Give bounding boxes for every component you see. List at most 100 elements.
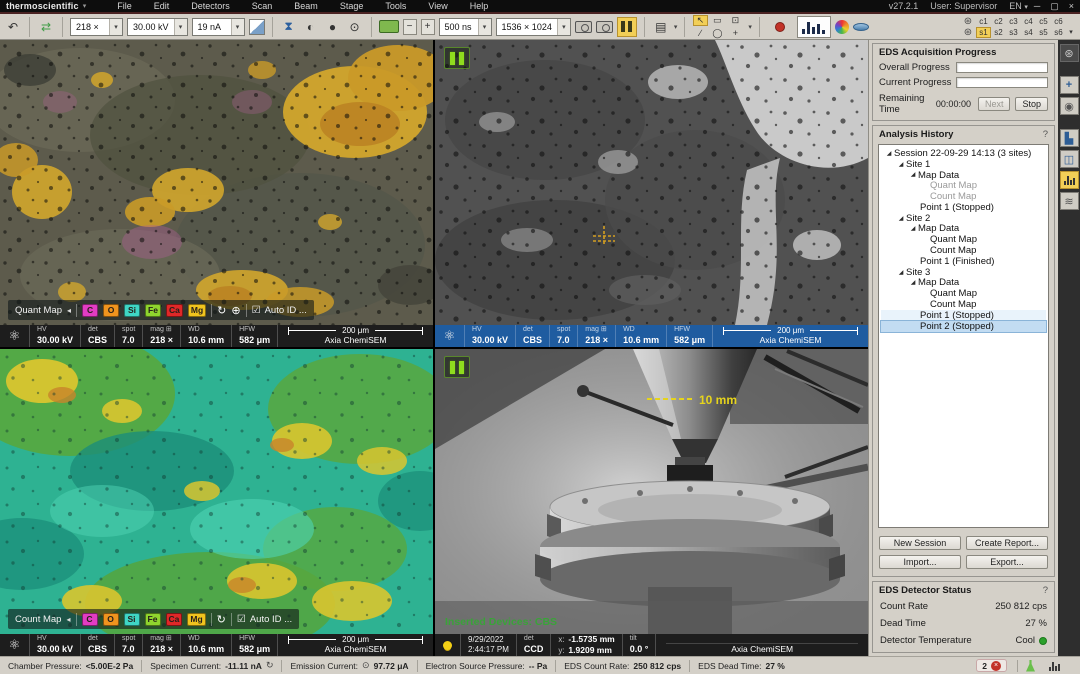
quant-color-wheel-icon[interactable]: [835, 20, 849, 34]
channel-c4[interactable]: c4: [1024, 17, 1032, 26]
channel-c3[interactable]: c3: [1009, 17, 1017, 26]
refresh-icon[interactable]: ↻: [217, 613, 226, 626]
auto-id-checkbox[interactable]: ☑ Auto ID ...: [252, 305, 307, 316]
rectangle-tool-icon[interactable]: ▭: [710, 15, 725, 26]
stage-navigation-icon[interactable]: ⇄: [37, 18, 55, 36]
cursor-tool-icon[interactable]: ↖: [693, 15, 708, 26]
error-count-badge[interactable]: 2 ×: [976, 659, 1007, 672]
element-chip-Si[interactable]: Si: [124, 304, 140, 317]
brightness-icon[interactable]: ●: [324, 18, 342, 36]
tree-item-map-data[interactable]: ◢Map Data: [881, 224, 1046, 235]
channel-c5[interactable]: c5: [1039, 17, 1047, 26]
minimize-button[interactable]: ─: [1034, 1, 1040, 12]
bse-image[interactable]: [435, 40, 868, 325]
analysis-history-tree[interactable]: ◢Session 22-09-29 14:13 (3 sites) ◢Site …: [878, 144, 1049, 528]
tree-item-map-data[interactable]: ◢Map Data: [881, 170, 1046, 181]
magnification-select[interactable]: 218 ×▾: [70, 18, 123, 36]
tree-item-point1[interactable]: Point 1 (Stopped): [881, 310, 1046, 321]
quadrant-count-map[interactable]: Count Map ◂ C O Si Fe Ca Mg ↻ ☑ Auto ID …: [0, 349, 433, 656]
layers-icon[interactable]: ▙: [1060, 129, 1079, 147]
element-chip-Si[interactable]: Si: [124, 613, 140, 626]
tree-item-point1[interactable]: Point 1 (Finished): [881, 256, 1046, 267]
channel-c6[interactable]: c6: [1054, 17, 1062, 26]
export-button[interactable]: Export...: [966, 555, 1048, 569]
quadrant-ccd-camera[interactable]: 10 mm Inserted Devices: CBS 9/29/2022 2:…: [435, 349, 868, 656]
menu-detectors[interactable]: Detectors: [180, 1, 241, 11]
spectrum-status-icon[interactable]: [1049, 661, 1060, 671]
next-button[interactable]: Next: [978, 97, 1011, 111]
element-chip-O[interactable]: O: [103, 613, 119, 626]
tree-item-quant-map[interactable]: Quant Map: [881, 288, 1046, 299]
element-chip-C[interactable]: C: [82, 613, 98, 626]
element-chip-O[interactable]: O: [103, 304, 119, 317]
new-session-button[interactable]: New Session: [879, 536, 961, 550]
site-s3[interactable]: s3: [1009, 28, 1017, 37]
menu-file[interactable]: File: [106, 1, 143, 11]
element-chip-Mg[interactable]: Mg: [188, 304, 206, 317]
filter-sliders-icon[interactable]: ≋: [1060, 192, 1079, 210]
element-chip-C[interactable]: C: [82, 304, 98, 317]
site-s5[interactable]: s5: [1039, 28, 1047, 37]
menu-help[interactable]: Help: [459, 1, 500, 11]
menu-stage[interactable]: Stage: [329, 1, 375, 11]
help-icon[interactable]: ?: [1043, 585, 1048, 596]
element-chip-Ca[interactable]: Ca: [166, 613, 183, 626]
tree-item-site1[interactable]: ◢Site 1: [881, 159, 1046, 170]
create-report-button[interactable]: Create Report...: [966, 536, 1048, 550]
tree-item-point2-selected[interactable]: Point 2 (Stopped): [881, 321, 1046, 332]
element-chip-Mg[interactable]: Mg: [187, 613, 205, 626]
count-map-image[interactable]: Count Map ◂ C O Si Fe Ca Mg ↻ ☑ Auto ID …: [0, 349, 433, 634]
videos-caret-icon[interactable]: ▾: [674, 23, 678, 31]
menu-tools[interactable]: Tools: [374, 1, 417, 11]
collapse-icon[interactable]: ◂: [67, 306, 71, 315]
vacuum-status-icon[interactable]: [1026, 660, 1035, 672]
site-s4[interactable]: s4: [1024, 28, 1032, 37]
quant-map-image[interactable]: Quant Map ◂ C O Si Fe Ca Mg ↻ ⊕ ☑ Auto I…: [0, 40, 433, 325]
tree-item-count-map[interactable]: Count Map: [881, 299, 1046, 310]
map-type-label[interactable]: Quant Map: [15, 305, 62, 316]
site-s1[interactable]: s1: [976, 27, 990, 38]
dwell-time-select[interactable]: 500 ns▾: [439, 18, 492, 36]
beam-spot-icon[interactable]: ⊙: [346, 18, 364, 36]
measure-tool-icon[interactable]: ∕: [693, 28, 708, 39]
site-s2[interactable]: s2: [994, 28, 1002, 37]
stage-icon[interactable]: [853, 23, 869, 31]
move-tool-icon[interactable]: +: [728, 28, 743, 39]
tools-caret-icon[interactable]: ▾: [748, 23, 752, 31]
tree-item-count-map[interactable]: Count Map: [881, 245, 1046, 256]
reduced-area-button[interactable]: [379, 20, 399, 33]
language-selector[interactable]: EN ▾: [1009, 1, 1028, 11]
dwell-plus-button[interactable]: +: [421, 19, 435, 35]
tree-item-session[interactable]: ◢Session 22-09-29 14:13 (3 sites): [881, 148, 1046, 159]
high-voltage-select[interactable]: 30.00 kV▾: [127, 18, 188, 36]
element-chip-Ca[interactable]: Ca: [166, 304, 183, 317]
site-s6[interactable]: s6: [1054, 28, 1062, 37]
center-icon[interactable]: ⊕: [231, 304, 240, 317]
stop-button[interactable]: Stop: [1015, 97, 1048, 111]
tree-item-site2[interactable]: ◢Site 2: [881, 213, 1046, 224]
report-book-icon[interactable]: ◫: [1060, 150, 1079, 168]
undo-icon[interactable]: ↶: [4, 18, 22, 36]
channel-c2[interactable]: c2: [994, 17, 1002, 26]
map-type-label[interactable]: Count Map: [15, 614, 61, 625]
refresh-icon[interactable]: ↻: [266, 660, 274, 671]
scan-rotation-icon[interactable]: ⧗: [280, 18, 298, 36]
eds-spectrum-icon[interactable]: [1060, 171, 1079, 189]
import-button[interactable]: Import...: [879, 555, 961, 569]
beam-settings-button[interactable]: [249, 19, 265, 35]
tree-item-map-data[interactable]: ◢Map Data: [881, 278, 1046, 289]
spectrum-button[interactable]: [797, 16, 831, 38]
sites-caret-icon[interactable]: ▾: [1069, 28, 1073, 36]
beam-current-select[interactable]: 19 nA▾: [192, 18, 245, 36]
tree-item-count-map[interactable]: Count Map: [881, 191, 1046, 202]
quadrant-bse[interactable]: ⚛ HV30.00 kV detCBS spot7.0 mag ⊞218 × W…: [435, 40, 868, 347]
element-chip-Fe[interactable]: Fe: [145, 304, 161, 317]
refresh-icon[interactable]: ↻: [217, 304, 226, 317]
videos-icon[interactable]: ▤: [652, 18, 670, 36]
element-chip-Fe[interactable]: Fe: [145, 613, 161, 626]
lasso-tool-icon[interactable]: ◯: [710, 28, 725, 39]
stage-move-icon[interactable]: +: [1060, 76, 1079, 94]
help-icon[interactable]: ?: [1043, 129, 1048, 140]
pause-button[interactable]: [617, 17, 637, 37]
resolution-select[interactable]: 1536 × 1024▾: [496, 18, 571, 36]
